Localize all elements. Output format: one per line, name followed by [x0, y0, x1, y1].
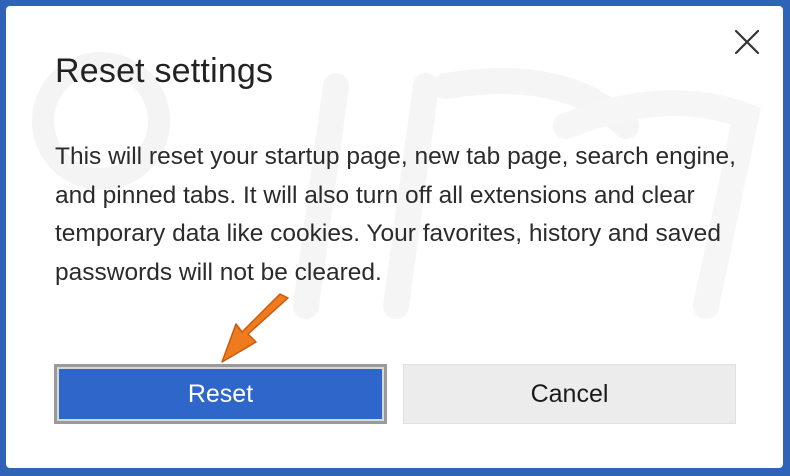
- reset-button-label: Reset: [187, 379, 254, 408]
- dialog-title: Reset settings: [55, 52, 274, 90]
- cancel-button[interactable]: Cancel: [403, 364, 736, 424]
- reset-button[interactable]: Reset: [54, 364, 387, 424]
- close-icon: [734, 29, 760, 55]
- dialog-message: This will reset your startup page, new t…: [55, 143, 736, 286]
- close-button[interactable]: [733, 28, 761, 56]
- reset-settings-dialog: Reset settings This will reset your star…: [6, 6, 783, 468]
- annotation-arrow-icon: [221, 293, 289, 363]
- cancel-button-label: Cancel: [530, 379, 609, 408]
